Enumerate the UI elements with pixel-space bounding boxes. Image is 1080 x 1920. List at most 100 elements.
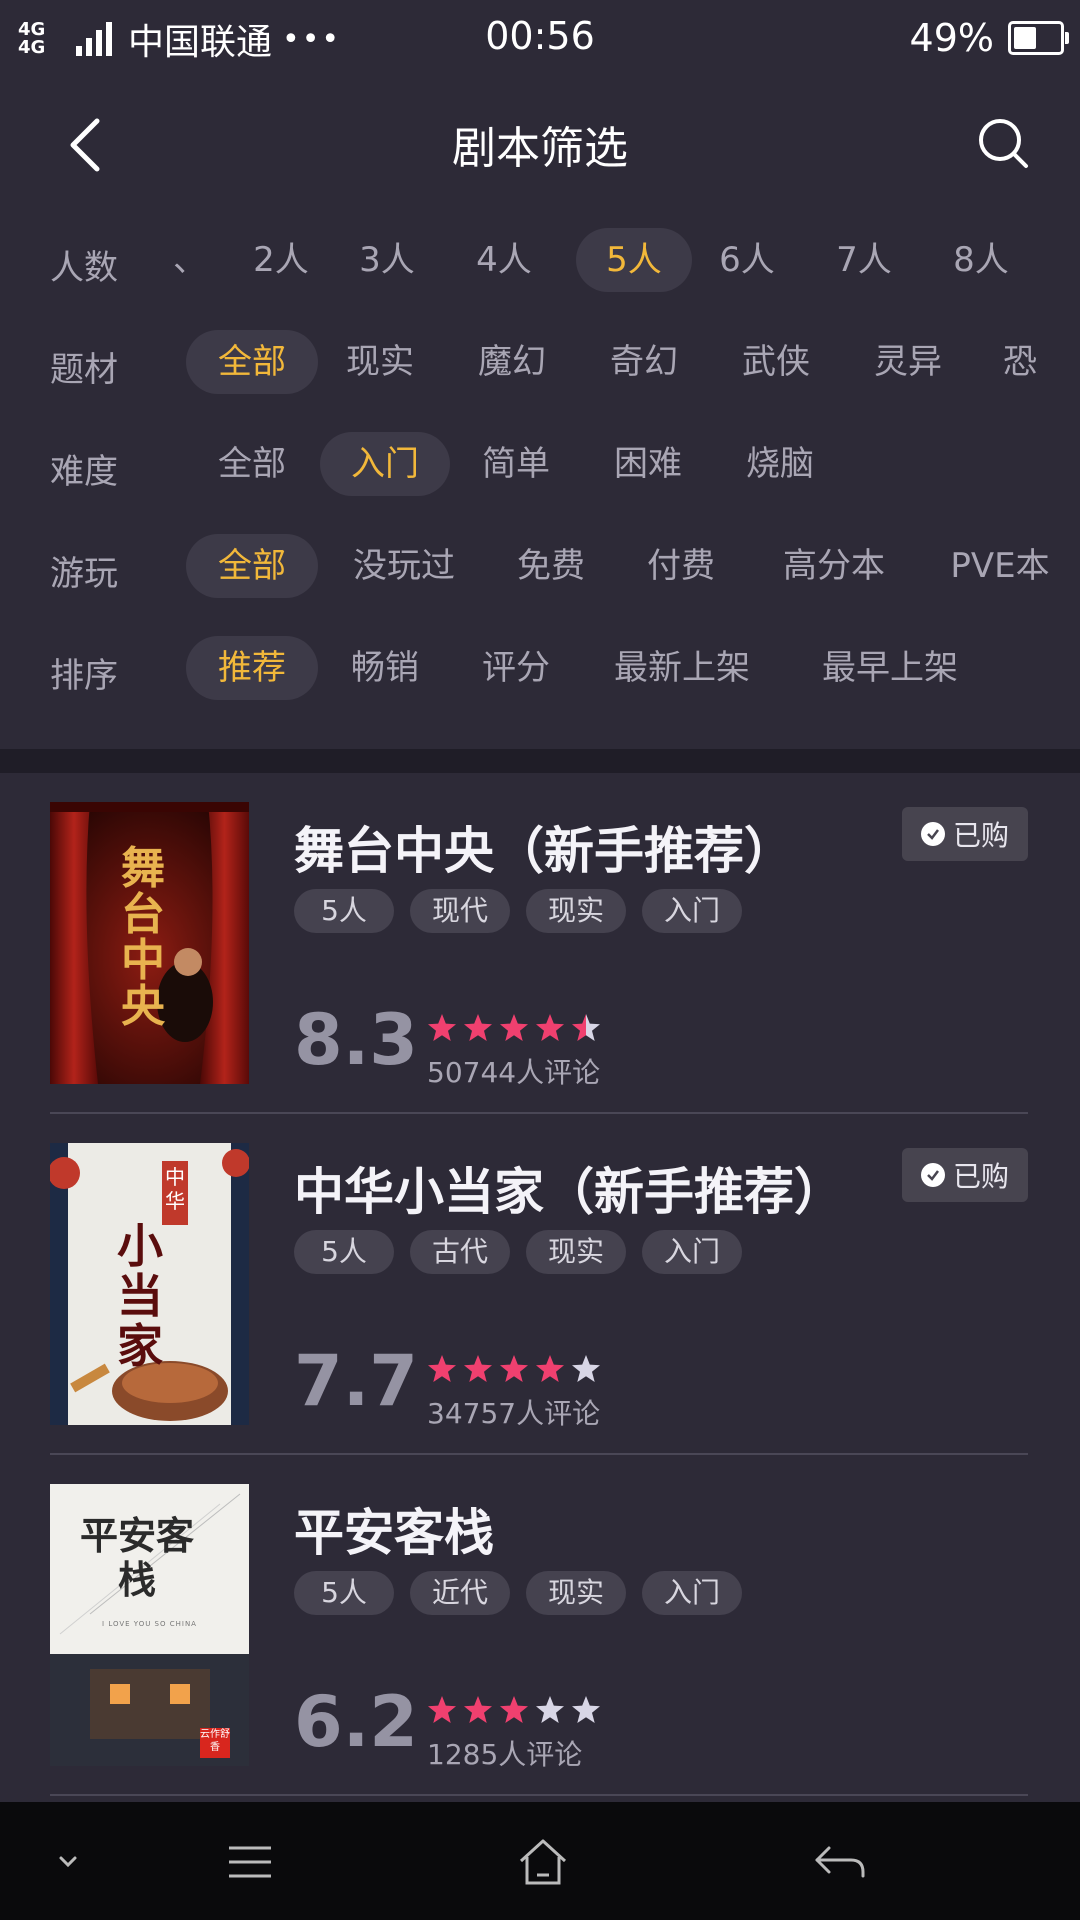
purchased-badge: 已购 [902, 1148, 1028, 1202]
star-icon [500, 1355, 528, 1382]
filter-option[interactable]: 高分本 [760, 534, 908, 598]
filter-option[interactable]: PVE本 [930, 534, 1070, 598]
filter-option[interactable]: 4人 [459, 228, 549, 292]
filter-option[interactable]: 推荐 [186, 636, 318, 700]
tag: 5人 [294, 1571, 394, 1615]
filter-option[interactable]: 全部 [186, 534, 318, 598]
filter-option[interactable]: 全部 [186, 330, 318, 394]
filter-option[interactable]: 奇幻 [584, 330, 704, 394]
filter-label: 排序 [50, 656, 118, 696]
cover-title: 舞台中央 [121, 843, 165, 1032]
filter-option[interactable]: 没玩过 [334, 534, 474, 598]
script-item[interactable]: 舞台中央 舞台中央（新手推荐） 已购 5人 现代 现实 入门 8.3 50744… [0, 773, 1080, 1114]
purchased-badge: 已购 [902, 807, 1028, 861]
tag: 现实 [526, 1571, 626, 1615]
star-icon [428, 1355, 456, 1382]
filter-option[interactable]: 烧脑 [716, 432, 844, 496]
filter-option[interactable]: 现实 [320, 330, 440, 394]
filter-option[interactable]: 评分 [452, 636, 580, 700]
review-count: 50744人评论 [427, 1056, 601, 1089]
script-cover[interactable]: 舞台中央 [50, 802, 249, 1084]
score: 8.3 [294, 999, 419, 1081]
battery-percent: 49% [909, 16, 994, 60]
filter-option[interactable]: 畅销 [320, 636, 450, 700]
tag: 古代 [410, 1230, 510, 1274]
filter-option[interactable]: 入门 [320, 432, 450, 496]
cover-title: 小当家 [117, 1219, 163, 1373]
tag: 入门 [642, 1571, 742, 1615]
home-button[interactable] [513, 1832, 573, 1892]
purchased-label: 已购 [952, 1160, 1009, 1193]
tag: 5人 [294, 889, 394, 933]
menu-button[interactable] [220, 1832, 280, 1892]
star-rating [427, 1354, 601, 1384]
filter-option[interactable]: 恐 [990, 330, 1050, 394]
filter-label: 难度 [50, 452, 118, 492]
filter-option[interactable]: 灵异 [848, 330, 968, 394]
script-title: 舞台中央（新手推荐） [294, 822, 794, 880]
purchased-label: 已购 [952, 819, 1009, 852]
tag-list: 5人 古代 现实 入门 [294, 1230, 742, 1274]
filter-row: 题材 全部 现实 魔幻 奇幻 武侠 灵异恐 [0, 330, 1080, 396]
filter-row: 游玩 全部 没玩过 免费 付费 高分本 PVE本 [0, 534, 1080, 600]
filter-option[interactable]: 魔幻 [452, 330, 572, 394]
cover-title: 平安客栈 [79, 1513, 194, 1602]
tag: 入门 [642, 1230, 742, 1274]
star-icon [464, 1355, 492, 1382]
star-icon [428, 1014, 456, 1041]
filter-option[interactable]: 3人 [342, 228, 432, 292]
tag-list: 5人 现代 现实 入门 [294, 889, 742, 933]
filter-option[interactable]: 5人 [576, 228, 692, 292]
cover-subtitle: 中华 [165, 1165, 185, 1213]
search-icon [979, 119, 1028, 168]
filter-option[interactable]: 困难 [584, 432, 712, 496]
cover-tagline: I LOVE YOU SO CHINA [102, 1620, 197, 1628]
filter-option[interactable]: 全部 [186, 432, 318, 496]
tag: 近代 [410, 1571, 510, 1615]
star-icon [536, 1014, 564, 1041]
filter-option[interactable]: 6人 [702, 228, 792, 292]
review-count: 1285人评论 [427, 1738, 583, 1771]
check-icon [920, 1163, 945, 1187]
filter-option[interactable]: 7人 [819, 228, 909, 292]
star-icon [500, 1696, 528, 1723]
check-icon [920, 822, 945, 846]
home-icon [519, 1839, 567, 1885]
script-item[interactable]: 中华 小当家 中华小当家（新手推荐） 已购 5人 古代 现实 入门 7.7 34… [0, 1114, 1080, 1455]
star-icon [572, 1696, 600, 1723]
filter-option[interactable]: 2人 [236, 228, 326, 292]
collapse-button[interactable] [38, 1832, 98, 1892]
menu-icon [229, 1846, 271, 1878]
star-icon [428, 1696, 456, 1723]
script-cover[interactable]: 中华 小当家 [50, 1143, 249, 1425]
filter-label: 题材 [50, 350, 118, 390]
script-item[interactable]: 平安客栈 I LOVE YOU SO CHINA 云作舒香 平安客栈 5人 近代… [0, 1455, 1080, 1796]
filter-option[interactable]: 武侠 [716, 330, 836, 394]
filter-row: 排序 推荐 畅销 评分 最新上架 最早上架 [0, 636, 1080, 702]
star-rating [427, 1695, 601, 1725]
filter-option[interactable]: 简单 [452, 432, 580, 496]
filter-option[interactable]: 最新上架 [592, 636, 772, 700]
star-icon [464, 1014, 492, 1041]
tag: 5人 [294, 1230, 394, 1274]
filter-row: 难度 全部 入门 简单 困难 烧脑 [0, 432, 1080, 498]
filter-option[interactable]: 、 [168, 228, 212, 292]
search-button[interactable] [968, 108, 1040, 180]
filter-option[interactable]: 8人 [936, 228, 1026, 292]
filter-option[interactable]: 付费 [616, 534, 746, 598]
filter-option[interactable]: 最早上架 [800, 636, 980, 700]
star-icon [500, 1014, 528, 1041]
filter-option[interactable]: 免费 [486, 534, 616, 598]
review-count: 34757人评论 [427, 1397, 601, 1430]
screen: 4G 4G 中国联通 ••• 00:56 49% 剧本筛选 人数 、 2人 3人… [0, 0, 1080, 1920]
status-bar: 4G 4G 中国联通 ••• 00:56 49% [0, 0, 1080, 80]
script-cover[interactable]: 平安客栈 I LOVE YOU SO CHINA 云作舒香 [50, 1484, 249, 1766]
item-divider [50, 1794, 1028, 1796]
star-rating [427, 1013, 601, 1043]
tag: 入门 [642, 889, 742, 933]
star-icon [464, 1696, 492, 1723]
page-title: 剧本筛选 [452, 123, 628, 174]
tag: 现代 [410, 889, 510, 933]
back-system-button[interactable] [810, 1832, 870, 1892]
score: 6.2 [294, 1681, 419, 1763]
